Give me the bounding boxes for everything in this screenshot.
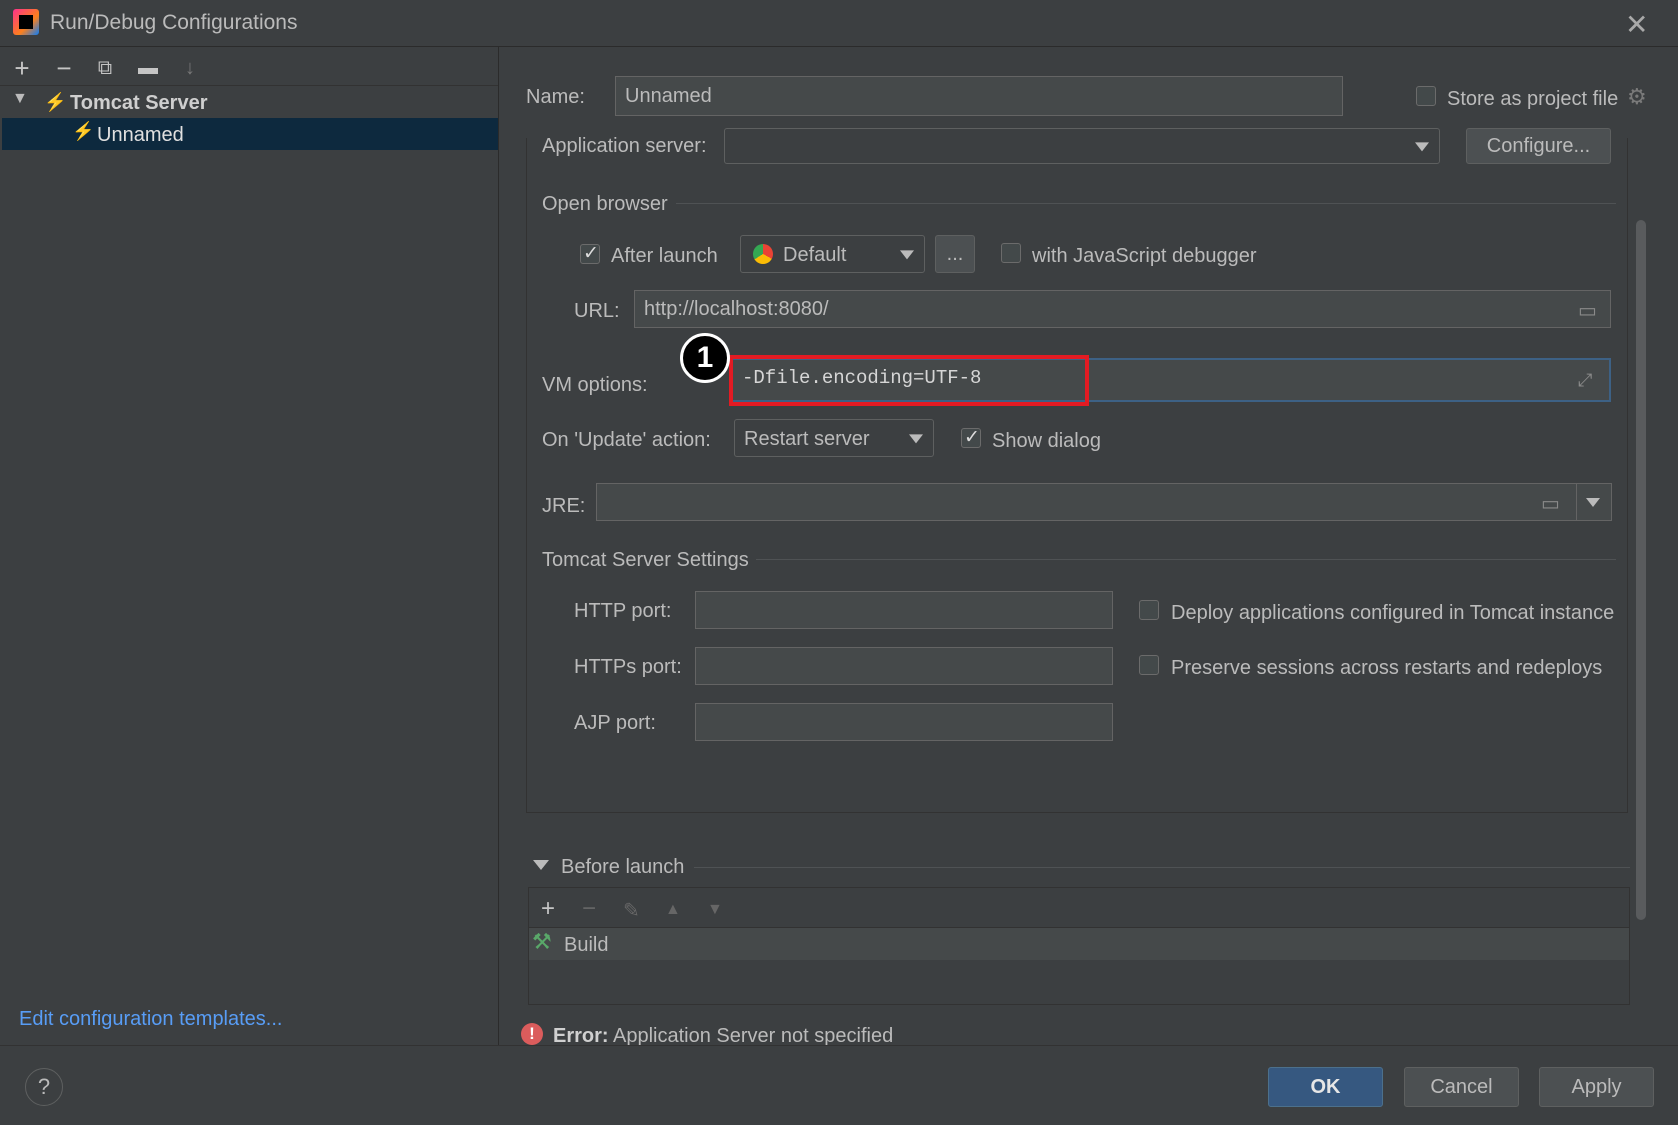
app-server-label: Application server: xyxy=(542,135,707,157)
url-field[interactable] xyxy=(634,290,1611,328)
window-title: Run/Debug Configurations xyxy=(50,11,298,34)
preserve-sessions-checkbox[interactable] xyxy=(1139,655,1159,675)
close-icon[interactable]: ✕ xyxy=(1625,8,1648,41)
step-badge: 1 xyxy=(680,333,730,383)
separator xyxy=(756,559,1616,560)
jre-label: JRE: xyxy=(542,495,586,517)
preserve-sessions-label: Preserve sessions across restarts and re… xyxy=(1171,657,1603,679)
update-action-combo[interactable]: Restart server xyxy=(734,419,934,457)
jre-field[interactable] xyxy=(596,483,1612,521)
chevron-down-icon[interactable]: ▼ xyxy=(12,90,28,108)
separator xyxy=(676,203,1616,204)
error-prefix: Error: xyxy=(553,1025,609,1047)
open-browser-title: Open browser xyxy=(542,193,668,215)
remove-icon[interactable]: − xyxy=(582,895,596,923)
error-icon: ! xyxy=(521,1023,543,1045)
tree-group-tomcat-server[interactable]: Tomcat Server xyxy=(70,92,207,115)
name-field[interactable] xyxy=(615,76,1343,116)
name-label: Name: xyxy=(526,86,585,108)
https-port-label: HTTPs port: xyxy=(574,656,682,678)
url-label: URL: xyxy=(574,300,620,322)
highlight-box xyxy=(729,355,1089,406)
store-project-checkbox[interactable] xyxy=(1416,86,1436,106)
show-dialog-checkbox[interactable] xyxy=(961,426,981,449)
update-action-label: On 'Update' action: xyxy=(542,429,711,451)
dropdown-arrow-icon xyxy=(1415,142,1429,152)
intellij-app-icon xyxy=(13,9,39,35)
folder-icon[interactable]: ▭ xyxy=(1578,298,1597,323)
deploy-apps-checkbox[interactable] xyxy=(1139,600,1159,620)
vm-options-label: VM options: xyxy=(542,374,648,396)
expand-icon[interactable]: ⤢ xyxy=(1578,370,1592,391)
before-launch-item-build: Build xyxy=(564,934,609,956)
tomcat-settings-title: Tomcat Server Settings xyxy=(542,549,749,571)
app-server-combo[interactable] xyxy=(724,128,1440,164)
update-action-value: Restart server xyxy=(744,428,870,450)
cancel-button[interactable]: Cancel xyxy=(1404,1067,1519,1107)
help-button[interactable]: ? xyxy=(25,1068,63,1106)
remove-icon[interactable]: − xyxy=(50,54,78,82)
copy-icon[interactable]: ⧉ xyxy=(91,54,119,82)
collapse-arrow-icon[interactable] xyxy=(533,860,549,870)
https-port-field[interactable] xyxy=(695,647,1113,685)
http-port-field[interactable] xyxy=(695,591,1113,629)
add-icon[interactable]: + xyxy=(541,895,555,923)
dropdown-arrow-icon xyxy=(909,434,923,444)
apply-button[interactable]: Apply xyxy=(1539,1067,1654,1107)
tomcat-icon: ⚡ xyxy=(44,92,67,112)
ok-button[interactable]: OK xyxy=(1268,1067,1383,1107)
js-debugger-checkbox[interactable] xyxy=(1001,243,1021,263)
move-up-icon[interactable]: ▲ xyxy=(665,901,681,919)
folder-icon[interactable]: ▭ xyxy=(1541,491,1560,516)
move-down-icon[interactable]: ▼ xyxy=(707,901,723,919)
tree-item-label: Unnamed xyxy=(97,124,184,146)
tomcat-config-icon: ⚡ xyxy=(72,121,95,141)
before-launch-title[interactable]: Before launch xyxy=(561,856,684,879)
ajp-port-label: AJP port: xyxy=(574,712,656,734)
list-item[interactable] xyxy=(529,928,1629,960)
build-hammer-icon: ⚒ xyxy=(532,929,552,954)
scrollbar[interactable] xyxy=(1636,220,1646,920)
configure-button[interactable]: Configure... xyxy=(1466,128,1611,164)
browser-combo[interactable]: Default xyxy=(740,235,925,273)
dropdown-arrow-icon[interactable] xyxy=(1586,498,1600,507)
gear-icon[interactable]: ⚙ xyxy=(1627,84,1647,110)
footer-divider xyxy=(0,1045,1678,1046)
after-launch-checkbox[interactable] xyxy=(580,242,600,265)
edit-templates-link[interactable]: Edit configuration templates... xyxy=(19,1008,282,1031)
store-project-label: Store as project file xyxy=(1447,88,1619,110)
error-text: Application Server not specified xyxy=(613,1025,894,1047)
sort-icon[interactable]: ↓ xyxy=(176,54,204,82)
toolbar-divider xyxy=(0,85,498,86)
js-debugger-label: with JavaScript debugger xyxy=(1032,245,1257,267)
deploy-apps-label: Deploy applications configured in Tomcat… xyxy=(1171,602,1615,624)
browser-value: Default xyxy=(783,244,847,266)
separator xyxy=(694,867,1630,868)
http-port-label: HTTP port: xyxy=(574,600,672,622)
dropdown-arrow-icon xyxy=(900,250,914,260)
show-dialog-label: Show dialog xyxy=(992,430,1101,452)
ajp-port-field[interactable] xyxy=(695,703,1113,741)
add-icon[interactable]: + xyxy=(8,54,36,82)
after-launch-label: After launch xyxy=(611,245,718,267)
browser-more-button[interactable]: ... xyxy=(935,235,975,273)
before-launch-toolbar xyxy=(528,887,1630,927)
configurations-sidebar xyxy=(0,47,499,1045)
folder-add-icon[interactable]: ▬ xyxy=(134,54,162,82)
edit-icon[interactable]: ✎ xyxy=(623,898,640,923)
